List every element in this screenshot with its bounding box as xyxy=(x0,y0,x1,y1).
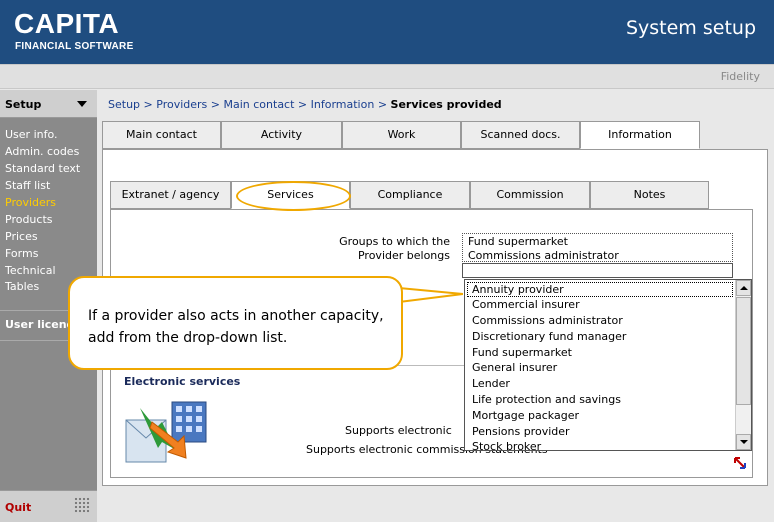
sidebar-item-technical[interactable]: Technical xyxy=(5,264,56,277)
scroll-down-icon[interactable] xyxy=(736,434,751,450)
dropdown-option[interactable]: Life protection and savings xyxy=(472,393,621,406)
chevron-down-icon[interactable] xyxy=(77,101,87,107)
breadcrumb-separator: > xyxy=(210,98,224,111)
dropdown-option[interactable]: Commercial insurer xyxy=(472,298,580,311)
add-group-select[interactable] xyxy=(462,263,733,278)
provider-type-dropdown[interactable]: Annuity provider Commercial insurer Comm… xyxy=(464,279,752,451)
supports-electronic-label: Supports electronic xyxy=(345,424,452,437)
tab-commission[interactable]: Commission xyxy=(470,181,590,209)
dropdown-scrollbar[interactable] xyxy=(735,280,751,450)
breadcrumb-link-providers[interactable]: Providers xyxy=(156,98,207,111)
scroll-up-icon[interactable] xyxy=(736,280,751,296)
breadcrumb-separator: > xyxy=(297,98,311,111)
tab-work[interactable]: Work xyxy=(342,121,461,149)
product-name: Fidelity xyxy=(720,70,760,83)
tab-compliance[interactable]: Compliance xyxy=(350,181,470,209)
list-item[interactable]: Fund supermarket xyxy=(468,235,568,248)
groups-label: Groups to which the Provider belongs xyxy=(339,235,450,262)
app-header: CAPITA FINANCIAL SOFTWARE System setup xyxy=(0,0,774,64)
sidebar-item-providers[interactable]: Providers xyxy=(5,196,56,209)
sidebar-item-tables[interactable]: Tables xyxy=(5,280,39,293)
tab-information[interactable]: Information xyxy=(580,121,700,149)
scroll-thumb[interactable] xyxy=(736,297,751,405)
dropdown-option[interactable]: Pensions provider xyxy=(472,425,570,438)
dropdown-option[interactable]: Discretionary fund manager xyxy=(472,330,626,343)
breadcrumb-separator: > xyxy=(143,98,157,111)
capita-logo: CAPITA xyxy=(14,8,120,39)
subheader-bar: Fidelity xyxy=(0,64,774,89)
tab-extranet-agency[interactable]: Extranet / agency xyxy=(110,181,231,209)
logo-subtitle: FINANCIAL SOFTWARE xyxy=(15,41,134,52)
sidebar-item-products[interactable]: Products xyxy=(5,213,53,226)
sidebar-section-label: Setup xyxy=(5,98,42,111)
dropdown-option[interactable]: Lender xyxy=(472,377,510,390)
tab-main-contact[interactable]: Main contact xyxy=(102,121,221,149)
sidebar-item-user-info[interactable]: User info. xyxy=(5,128,58,141)
sidebar-section-selector[interactable]: Setup xyxy=(0,90,97,118)
sidebar-item-prices[interactable]: Prices xyxy=(5,230,38,243)
tab-scanned-docs[interactable]: Scanned docs. xyxy=(461,121,580,149)
groups-list[interactable]: Fund supermarket Commissions administrat… xyxy=(462,233,733,262)
services-tab-highlight xyxy=(236,181,351,211)
dropdown-option[interactable]: Fund supermarket xyxy=(472,346,572,359)
breadcrumb-link-main-contact[interactable]: Main contact xyxy=(224,98,295,111)
dropdown-option[interactable]: Stock broker xyxy=(472,440,541,450)
tab-notes[interactable]: Notes xyxy=(590,181,709,209)
electronic-services-icon xyxy=(125,401,207,463)
callout-text: If a provider also acts in another capac… xyxy=(88,308,384,346)
tab-activity[interactable]: Activity xyxy=(221,121,342,149)
app-title: System setup xyxy=(625,17,756,39)
list-item[interactable]: Commissions administrator xyxy=(468,249,619,262)
electronic-services-header: Electronic services xyxy=(124,375,241,388)
breadcrumb-link-information[interactable]: Information xyxy=(311,98,375,111)
breadcrumb: Setup > Providers > Main contact > Infor… xyxy=(108,98,502,111)
grip-icon xyxy=(74,497,90,513)
help-callout: If a provider also acts in another capac… xyxy=(68,276,403,370)
resize-icon[interactable] xyxy=(733,456,747,470)
dropdown-option[interactable]: Annuity provider xyxy=(467,282,733,297)
quit-bar: Quit xyxy=(0,490,97,522)
sidebar-item-forms[interactable]: Forms xyxy=(5,247,38,260)
breadcrumb-link-setup[interactable]: Setup xyxy=(108,98,140,111)
callout-pointer xyxy=(399,287,463,303)
dropdown-option[interactable]: Mortgage packager xyxy=(472,409,579,422)
sidebar-item-admin-codes[interactable]: Admin. codes xyxy=(5,145,79,158)
quit-button[interactable]: Quit xyxy=(5,501,31,514)
dropdown-option[interactable]: General insurer xyxy=(472,361,557,374)
breadcrumb-current: Services provided xyxy=(390,98,502,111)
sidebar-item-staff-list[interactable]: Staff list xyxy=(5,179,50,192)
breadcrumb-separator: > xyxy=(377,98,391,111)
dropdown-option[interactable]: Commissions administrator xyxy=(472,314,623,327)
sidebar-item-standard-text[interactable]: Standard text xyxy=(5,162,80,175)
